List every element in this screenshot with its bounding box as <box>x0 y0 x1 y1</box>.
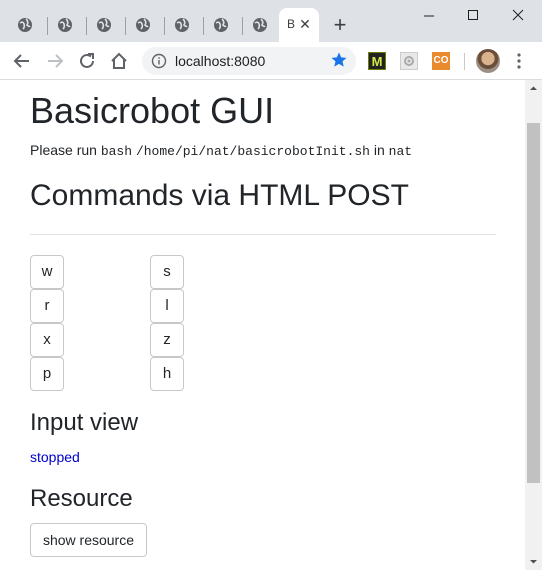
minimize-icon[interactable] <box>417 6 441 26</box>
input-status-text: stopped <box>30 449 80 465</box>
command-h-button[interactable]: h <box>150 357 184 391</box>
command-z-button[interactable]: z <box>150 323 184 357</box>
browser-tab[interactable] <box>126 8 165 42</box>
resource-heading: Resource <box>30 485 133 512</box>
extension-m-icon[interactable]: M <box>368 52 386 70</box>
globe-icon <box>18 18 32 32</box>
command-w-button[interactable]: w <box>30 255 64 289</box>
globe-icon <box>136 18 150 32</box>
run-in-text: in <box>373 142 385 158</box>
vertical-scrollbar[interactable] <box>525 80 542 570</box>
tab-strip: B ✕ + <box>0 0 542 42</box>
profile-avatar[interactable] <box>476 49 500 73</box>
globe-icon <box>253 18 267 32</box>
run-command-code: bash <box>100 144 133 159</box>
info-icon[interactable] <box>151 53 167 69</box>
globe-icon <box>97 18 111 32</box>
browser-tab[interactable] <box>8 8 48 42</box>
globe-icon <box>214 18 228 32</box>
bookmark-star-icon[interactable] <box>330 51 348 69</box>
run-dir-code: nat <box>388 144 413 159</box>
home-icon[interactable] <box>108 50 130 72</box>
active-tab[interactable]: B ✕ <box>279 8 319 42</box>
reload-icon[interactable] <box>76 50 98 72</box>
run-prefix-text: Please run <box>30 142 97 158</box>
extension-co-icon[interactable]: CO <box>432 52 450 70</box>
command-x-button[interactable]: x <box>30 323 64 357</box>
page-title: Basicrobot GUI <box>30 90 275 131</box>
url-text[interactable]: localhost:8080 <box>175 53 265 69</box>
command-s-button[interactable]: s <box>150 255 184 289</box>
command-r-button[interactable]: r <box>30 289 64 323</box>
command-l-button[interactable]: l <box>150 289 184 323</box>
scrollbar-thumb[interactable] <box>527 123 540 483</box>
browser-tab[interactable] <box>48 8 87 42</box>
maximize-icon[interactable] <box>461 6 485 26</box>
address-bar[interactable]: localhost:8080 <box>142 47 356 75</box>
globe-icon <box>175 18 189 32</box>
page-viewport: Basicrobot GUI Please run bash /home/pi/… <box>0 80 525 570</box>
scroll-up-arrow-icon[interactable] <box>525 80 542 97</box>
section-divider <box>30 234 496 235</box>
tab-close-icon[interactable]: ✕ <box>296 15 314 33</box>
command-p-button[interactable]: p <box>30 357 64 391</box>
browser-tab[interactable] <box>243 8 279 42</box>
forward-arrow-icon[interactable] <box>44 50 66 72</box>
run-path-code: /home/pi/nat/basicrobotInit.sh <box>135 144 370 159</box>
extension-gear-icon[interactable] <box>400 52 418 70</box>
input-view-heading: Input view <box>30 409 139 436</box>
browser-toolbar: localhost:8080 M CO <box>0 42 542 80</box>
back-arrow-icon[interactable] <box>11 50 33 72</box>
commands-heading: Commands via HTML POST <box>30 179 409 212</box>
close-window-icon[interactable] <box>506 6 530 26</box>
scroll-down-arrow-icon[interactable] <box>525 553 542 570</box>
browser-tab[interactable] <box>204 8 243 42</box>
browser-tab[interactable] <box>87 8 126 42</box>
new-tab-button[interactable]: + <box>330 14 350 36</box>
globe-icon <box>58 18 72 32</box>
more-menu-icon[interactable] <box>512 51 526 71</box>
active-tab-title: B <box>287 17 296 31</box>
toolbar-divider <box>464 53 465 70</box>
show-resource-button[interactable]: show resource <box>30 523 147 557</box>
browser-tab[interactable] <box>165 8 204 42</box>
run-instructions: Please run bash /home/pi/nat/basicrobotI… <box>30 142 412 159</box>
